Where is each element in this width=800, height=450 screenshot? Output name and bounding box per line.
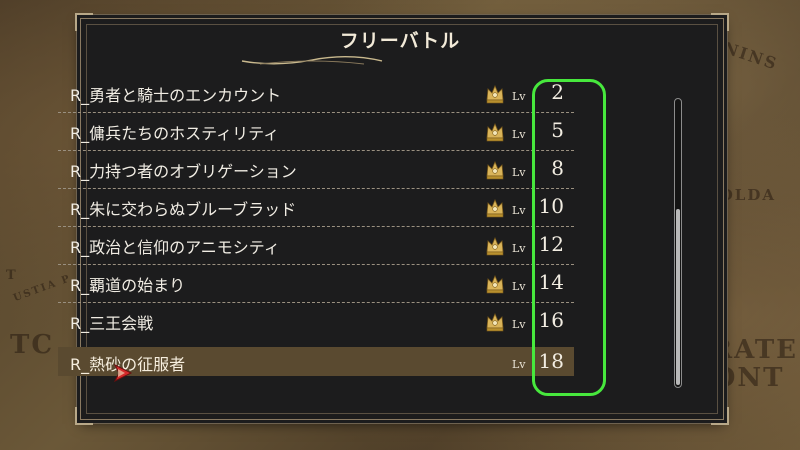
crown-icon	[484, 311, 506, 333]
battle-row[interactable]: R_勇者と騎士のエンカウント Lv 2	[58, 75, 574, 113]
battle-name: R_力持つ者のオブリゲーション	[70, 162, 297, 181]
cursor-arrow-icon	[113, 364, 133, 382]
frame-corner	[75, 407, 93, 425]
level-prefix: Lv	[512, 204, 526, 217]
map-label-tc: TC	[10, 330, 55, 360]
level-prefix: Lv	[512, 318, 526, 331]
battle-row[interactable]: R_政治と信仰のアニモシティ Lv 12	[58, 227, 574, 265]
level-prefix: Lv	[512, 242, 526, 255]
battle-row[interactable]: R_覇道の始まり Lv 14	[58, 265, 574, 303]
crown-icon	[484, 197, 506, 219]
crown-icon	[484, 273, 506, 295]
level-prefix: Lv	[512, 358, 526, 371]
level-prefix: Lv	[512, 128, 526, 141]
battle-row[interactable]: R_朱に交わらぬブルーブラッド Lv 10	[58, 189, 574, 227]
level-prefix: Lv	[512, 90, 526, 103]
level-column-highlight	[532, 79, 606, 396]
battle-name: R_覇道の始まり	[70, 276, 186, 295]
level-prefix: Lv	[512, 166, 526, 179]
level-prefix: Lv	[512, 280, 526, 293]
battle-name: R_勇者と騎士のエンカウント	[70, 86, 282, 105]
battle-name: R_傭兵たちのホスティリティ	[70, 124, 280, 143]
battle-name: R_朱に交わらぬブルーブラッド	[70, 200, 297, 219]
scrollbar-thumb[interactable]	[676, 209, 680, 385]
battle-row[interactable]: R_傭兵たちのホスティリティ Lv 5	[58, 113, 574, 151]
crown-icon	[484, 235, 506, 257]
list-scrollbar[interactable]	[674, 98, 682, 388]
battle-row[interactable]: R_三王会戦 Lv 16	[58, 303, 574, 341]
battle-row[interactable]: R_力持つ者のオブリゲーション Lv 8	[58, 151, 574, 189]
map-label-t: T	[6, 268, 18, 283]
battle-name: R_政治と信仰のアニモシティ	[70, 238, 280, 257]
panel-title: フリーバトル	[339, 30, 461, 52]
battle-list: R_勇者と騎士のエンカウント Lv 2 R_傭兵たちのホスティリティ Lv 5 R_力持つ者…	[58, 75, 574, 376]
frame-corner	[711, 407, 729, 425]
battle-row[interactable]: R_熱砂の征服者 Lv 18	[58, 347, 574, 376]
crown-icon	[484, 121, 506, 143]
panel-header: フリーバトル	[0, 26, 800, 57]
title-ornament-icon	[241, 56, 383, 65]
battle-name: R_三王会戦	[70, 314, 154, 333]
crown-icon	[484, 159, 506, 181]
crown-icon	[484, 83, 506, 105]
